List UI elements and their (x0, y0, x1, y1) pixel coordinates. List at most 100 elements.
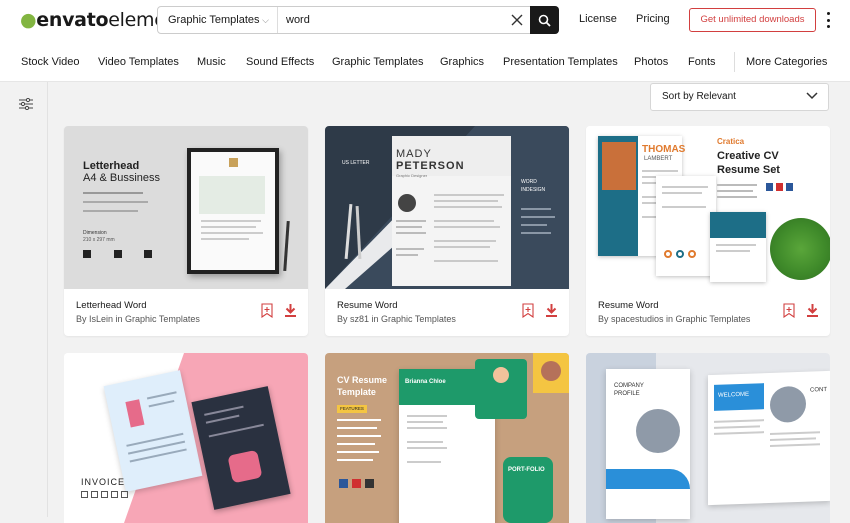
category-photos[interactable]: Photos (634, 56, 668, 68)
figure-illustration (125, 399, 145, 428)
bookmark-add-icon[interactable] (261, 303, 273, 318)
clear-search-button[interactable] (504, 7, 530, 33)
card-author[interactable]: By IsLein in Graphic Templates (76, 314, 200, 324)
search-button[interactable] (530, 6, 559, 34)
category-nav: Stock Video Video Templates Music Sound … (0, 40, 850, 82)
thumb-line (83, 210, 138, 212)
close-icon (511, 14, 523, 26)
app-icons (81, 491, 128, 498)
get-unlimited-downloads-button[interactable]: Get unlimited downloads (689, 8, 816, 32)
contents-label: CONT (810, 386, 827, 394)
brochure-cover: COMPANY PROFILE (606, 369, 690, 519)
card-author[interactable]: By sz81 in Graphic Templates (337, 314, 456, 324)
logo-leaf-icon: ● (20, 9, 37, 31)
portfolio-card: PORT-FOLIO (503, 457, 553, 523)
thumb-subheading: Template (337, 387, 376, 397)
category-presentation-templates[interactable]: Presentation Templates (503, 56, 618, 68)
search-bar: Graphic Templates ⌵ (157, 6, 559, 34)
category-stock-video[interactable]: Stock Video (21, 56, 80, 68)
download-icon[interactable] (806, 303, 819, 317)
nav-divider (734, 52, 735, 72)
brochure-spread: WELCOME CONT (708, 370, 830, 506)
sort-label: Sort by Relevant (662, 91, 736, 102)
license-link[interactable]: License (579, 13, 617, 25)
features-badge: FEATURES (337, 405, 367, 413)
resume-portrait (602, 142, 636, 190)
pricing-link[interactable]: Pricing (636, 13, 670, 25)
category-more[interactable]: More Categories (746, 56, 827, 68)
card-thumbnail[interactable]: INVOICE (64, 353, 308, 523)
search-category-label: Graphic Templates (168, 14, 260, 26)
thumb-heading: Creative CV (717, 150, 779, 162)
app-icon (81, 491, 88, 498)
card-title[interactable]: Resume Word (337, 300, 398, 311)
brochure-title: COMPANY (614, 383, 644, 389)
thumb-heading: INVOICE (81, 477, 126, 487)
category-graphics[interactable]: Graphics (440, 56, 484, 68)
brand-label: Cratica (717, 137, 745, 146)
more-menu-icon[interactable] (825, 12, 831, 28)
card-title[interactable]: Letterhead Word (76, 300, 147, 311)
sort-select[interactable]: Sort by Relevant (650, 83, 829, 111)
category-fonts[interactable]: Fonts (688, 56, 716, 68)
filter-sliders-icon[interactable] (19, 98, 33, 110)
result-card[interactable]: MADY PETERSON Graphic Designer US LETTER… (325, 126, 569, 336)
thumb-subheading: A4 & Bussiness (83, 172, 161, 184)
chevron-down-icon: ⌵ (262, 15, 269, 25)
thumb-dimension-value: 210 x 297 mm (83, 237, 115, 243)
resume-first-name: MADY (396, 148, 432, 160)
result-card[interactable]: CV Resume Template FEATURES Brianna Chlo… (325, 353, 569, 523)
brochure-wave (606, 469, 690, 489)
thumb-heading: CV Resume (337, 375, 388, 385)
resume-page: MADY PETERSON Graphic Designer (392, 136, 511, 286)
word-app-icon (144, 250, 152, 258)
card-thumbnail[interactable]: Letterhead A4 & Bussiness Dimension 210 … (64, 126, 308, 289)
resume-last-name: LAMBERT (644, 156, 673, 162)
category-video-templates[interactable]: Video Templates (98, 56, 179, 68)
download-icon[interactable] (284, 303, 297, 317)
card-author[interactable]: By spacestudios in Graphic Templates (598, 314, 750, 324)
download-icon[interactable] (545, 303, 558, 317)
business-card (710, 212, 766, 282)
word-app-icon (786, 183, 793, 191)
photo-block (533, 353, 569, 393)
result-card[interactable]: COMPANY PROFILE WELCOME CONT (586, 353, 830, 523)
card-thumbnail[interactable]: COMPANY PROFILE WELCOME CONT (586, 353, 830, 523)
resume-size-tag: US LETTER (342, 160, 370, 166)
category-music[interactable]: Music (197, 56, 226, 68)
category-graphic-templates[interactable]: Graphic Templates (332, 56, 424, 68)
search-category-select[interactable]: Graphic Templates ⌵ (158, 7, 278, 33)
app-icon (101, 491, 108, 498)
word-app-icon (766, 183, 773, 191)
category-sound-effects[interactable]: Sound Effects (246, 56, 314, 68)
search-input[interactable] (278, 7, 504, 33)
thumb-dimension-label: Dimension (83, 230, 107, 236)
resume-role: Graphic Designer (396, 173, 428, 178)
bookmark-add-icon[interactable] (783, 303, 795, 318)
resume-format-word: WORD (521, 179, 537, 185)
result-card[interactable]: Letterhead A4 & Bussiness Dimension 210 … (64, 126, 308, 336)
resume-page-back (656, 176, 716, 276)
acrobat-app-icon (365, 479, 374, 488)
resume-photo (398, 194, 416, 212)
welcome-banner: WELCOME (714, 383, 764, 411)
bookmark-add-icon[interactable] (522, 303, 534, 318)
app-icon (111, 491, 118, 498)
portfolio-label: PORT-FOLIO (508, 467, 545, 473)
result-card[interactable]: THOMAS LAMBERT Cratica Creative CV Resum… (586, 126, 830, 336)
card-title[interactable]: Resume Word (598, 300, 659, 311)
pen-decoration (283, 220, 290, 272)
pdf-app-icon (352, 479, 361, 488)
result-card[interactable]: INVOICE (64, 353, 308, 523)
card-thumbnail[interactable]: MADY PETERSON Graphic Designer US LETTER… (325, 126, 569, 289)
app-icon (91, 491, 98, 498)
welcome-label: WELCOME (718, 391, 750, 399)
card-thumbnail[interactable]: CV Resume Template FEATURES Brianna Chlo… (325, 353, 569, 523)
chevron-down-icon (806, 92, 818, 100)
thumb-subheading: Resume Set (717, 164, 780, 176)
top-bar: ●envatoelements Graphic Templates ⌵ Lice… (0, 0, 850, 40)
app-icon (121, 491, 128, 498)
card-thumbnail[interactable]: THOMAS LAMBERT Cratica Creative CV Resum… (586, 126, 830, 289)
resume-format-indesign: INDESIGN (521, 187, 546, 193)
filter-sidebar (0, 82, 48, 517)
